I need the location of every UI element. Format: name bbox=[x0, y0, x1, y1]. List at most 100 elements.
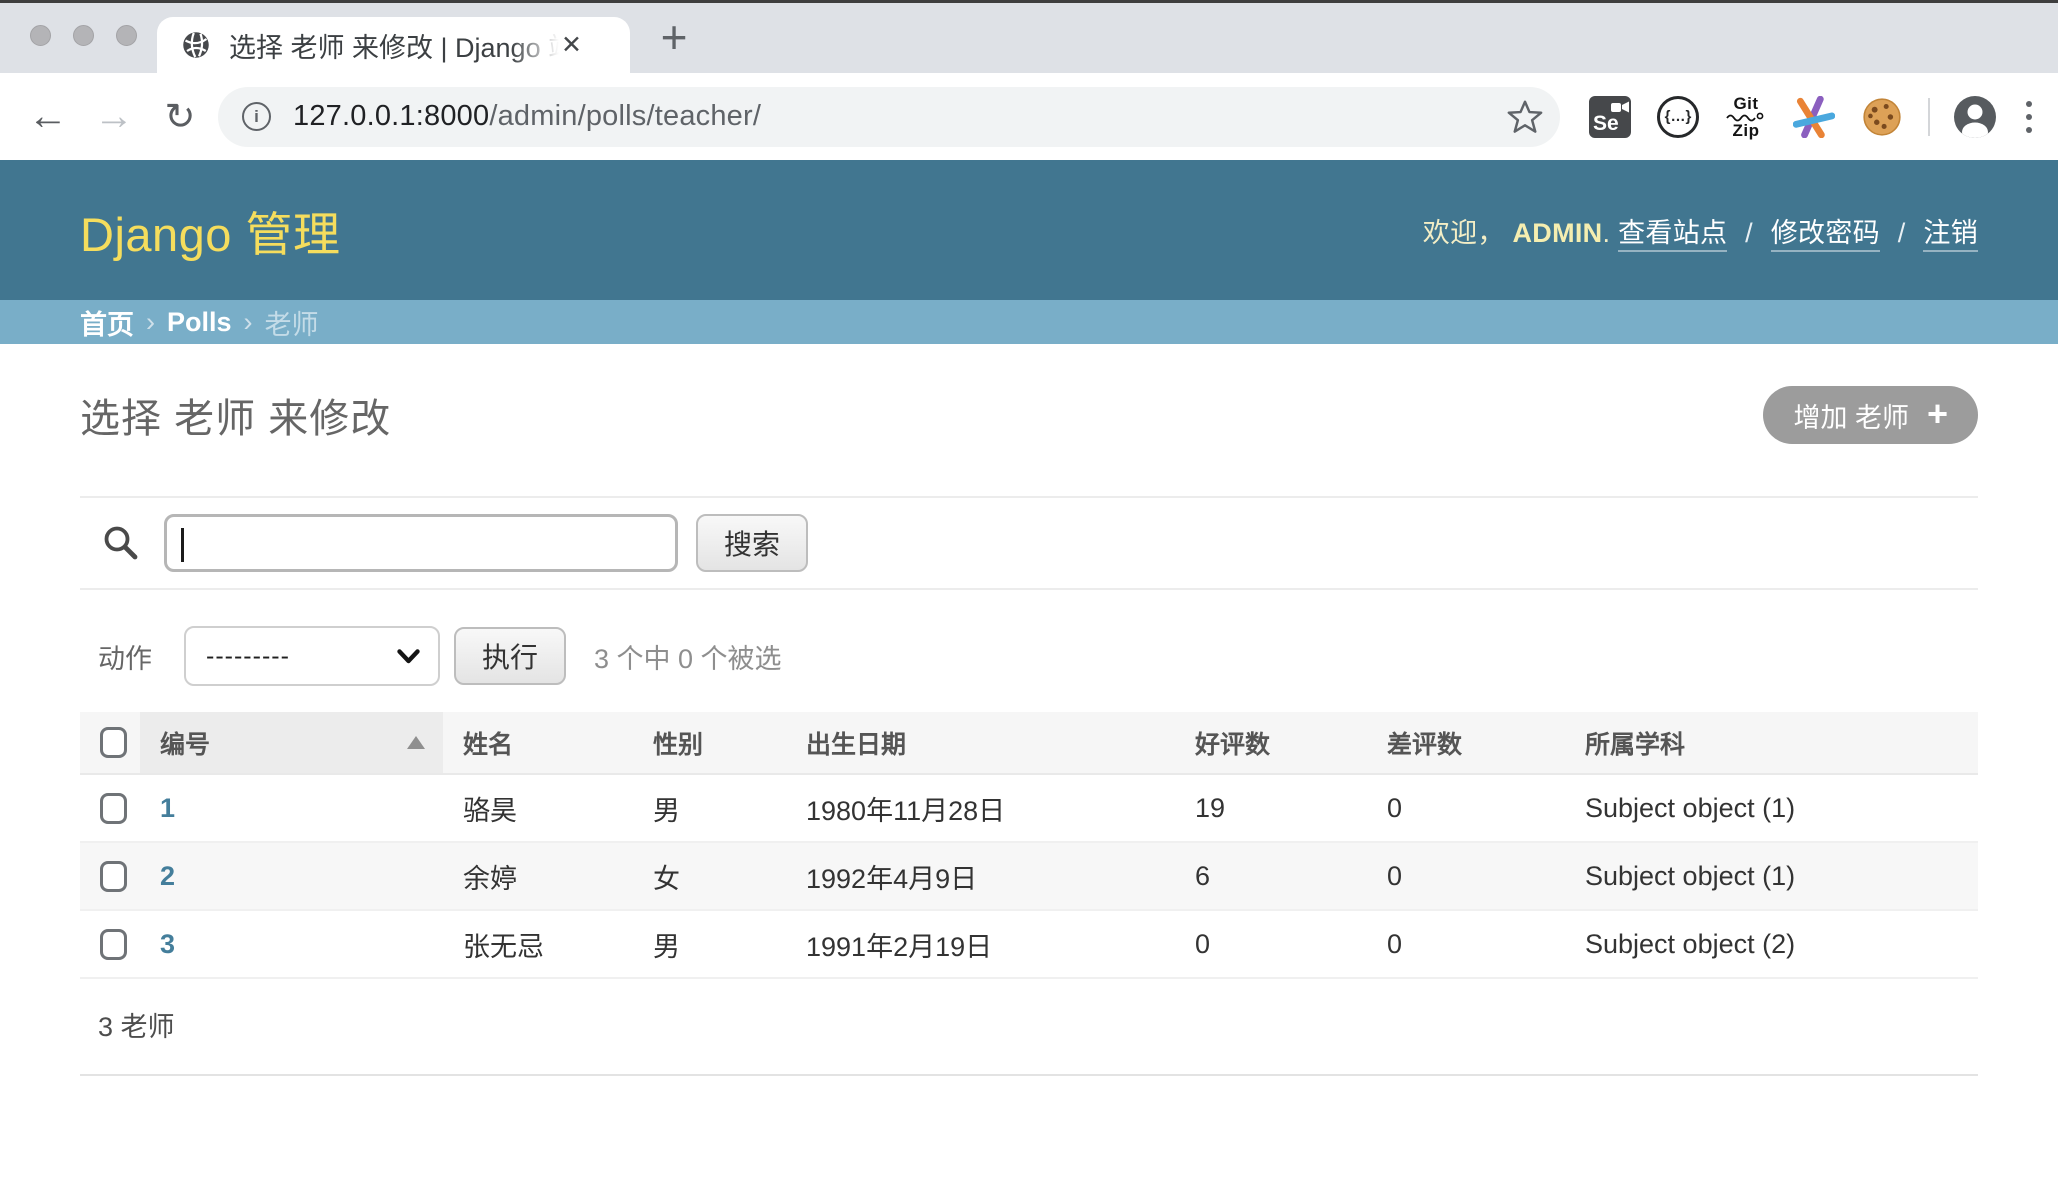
column-header-bad[interactable]: 差评数 bbox=[1367, 712, 1565, 774]
changelist-table: 编号 姓名 性别 出生日期 好评数 差评数 所属学科 1 骆昊 男 1980年1… bbox=[80, 712, 1978, 979]
row-checkbox[interactable] bbox=[100, 793, 127, 824]
user-tools: 欢迎， ADMIN. 查看站点 / 修改密码 / 注销 bbox=[1423, 211, 1978, 250]
result-count: 3 老师 bbox=[80, 979, 1978, 1044]
asterisk-extension-icon[interactable] bbox=[1792, 95, 1836, 139]
cell-bad: 0 bbox=[1367, 774, 1565, 842]
module-bottom-border bbox=[80, 1074, 1978, 1076]
main-content: 选择 老师 来修改 增加 老师 + 搜索 动作 --------- 执行 3 个… bbox=[0, 344, 2058, 1076]
cell-bad: 0 bbox=[1367, 842, 1565, 910]
selenium-extension-icon[interactable]: Se bbox=[1588, 95, 1632, 139]
cell-bad: 0 bbox=[1367, 910, 1565, 978]
username: ADMIN bbox=[1512, 218, 1602, 248]
url-text: 127.0.0.1:8000/admin/polls/teacher/ bbox=[293, 100, 761, 133]
breadcrumb-app-link[interactable]: Polls bbox=[167, 307, 232, 338]
cell-name: 张无忌 bbox=[443, 910, 633, 978]
plus-icon: + bbox=[1927, 396, 1948, 432]
column-header-subject: 所属学科 bbox=[1565, 712, 1978, 774]
table-row: 1 骆昊 男 1980年11月28日 19 0 Subject object (… bbox=[80, 774, 1978, 842]
action-select[interactable]: --------- bbox=[184, 626, 440, 686]
execute-button[interactable]: 执行 bbox=[454, 627, 566, 685]
breadcrumb-current: 老师 bbox=[265, 303, 319, 342]
site-brand-link[interactable]: Django 管理 bbox=[80, 196, 341, 265]
cell-good: 0 bbox=[1175, 910, 1367, 978]
cell-subject: Subject object (1) bbox=[1565, 774, 1978, 842]
dot: . bbox=[1602, 218, 1610, 248]
window-zoom-button[interactable] bbox=[116, 25, 137, 46]
tab-title-fade bbox=[511, 26, 559, 65]
row-checkbox[interactable] bbox=[100, 861, 127, 892]
admin-header: Django 管理 欢迎， ADMIN. 查看站点 / 修改密码 / 注销 bbox=[0, 160, 2058, 300]
browser-tab[interactable]: 选择 老师 来修改 | Django 站点管 ✕ bbox=[157, 17, 630, 73]
view-site-link[interactable]: 查看站点 bbox=[1618, 218, 1727, 252]
search-button[interactable]: 搜索 bbox=[696, 514, 808, 572]
json-braces-extension-icon[interactable]: {…} bbox=[1656, 95, 1700, 139]
cell-gender: 男 bbox=[633, 774, 786, 842]
back-icon[interactable]: ← bbox=[26, 94, 70, 139]
tab-title: 选择 老师 来修改 | Django 站点管 bbox=[229, 26, 559, 65]
logout-link[interactable]: 注销 bbox=[1923, 218, 1978, 252]
breadcrumb: 首页 › Polls › 老师 bbox=[0, 300, 2058, 344]
breadcrumb-separator: › bbox=[146, 307, 155, 338]
cell-subject: Subject object (2) bbox=[1565, 910, 1978, 978]
column-header-birth[interactable]: 出生日期 bbox=[786, 712, 1175, 774]
cell-gender: 女 bbox=[633, 842, 786, 910]
add-teacher-button[interactable]: 增加 老师 + bbox=[1763, 386, 1978, 444]
globe-favicon-icon bbox=[181, 30, 211, 60]
reload-icon[interactable]: ↻ bbox=[158, 95, 202, 138]
row-id-link[interactable]: 1 bbox=[160, 793, 175, 823]
toolbar-divider bbox=[1928, 98, 1930, 136]
column-header-id[interactable]: 编号 bbox=[140, 712, 443, 774]
table-row: 2 余婷 女 1992年4月9日 6 0 Subject object (1) bbox=[80, 842, 1978, 910]
cell-name: 余婷 bbox=[443, 842, 633, 910]
select-all-checkbox[interactable] bbox=[100, 727, 127, 758]
sort-ascending-icon[interactable] bbox=[407, 736, 425, 749]
gitzip-extension-icon[interactable]: Git Zip bbox=[1724, 95, 1768, 139]
address-bar[interactable]: i 127.0.0.1:8000/admin/polls/teacher/ bbox=[218, 87, 1560, 147]
row-id-link[interactable]: 3 bbox=[160, 929, 175, 959]
search-input[interactable] bbox=[164, 514, 678, 572]
cell-birth: 1992年4月9日 bbox=[786, 842, 1175, 910]
cell-good: 6 bbox=[1175, 842, 1367, 910]
new-tab-icon[interactable]: + bbox=[648, 11, 700, 63]
chevron-down-icon bbox=[397, 649, 420, 664]
table-row: 3 张无忌 男 1991年2月19日 0 0 Subject object (2… bbox=[80, 910, 1978, 978]
cell-subject: Subject object (1) bbox=[1565, 842, 1978, 910]
browser-menu-icon[interactable] bbox=[2026, 101, 2032, 133]
profile-avatar[interactable] bbox=[1954, 96, 1996, 138]
cell-birth: 1991年2月19日 bbox=[786, 910, 1175, 978]
tab-strip: 选择 老师 来修改 | Django 站点管 ✕ + bbox=[0, 3, 2058, 73]
column-header-gender: 性别 bbox=[633, 712, 786, 774]
text-caret bbox=[181, 528, 184, 562]
action-select-value: --------- bbox=[206, 642, 290, 671]
cell-birth: 1980年11月28日 bbox=[786, 774, 1175, 842]
bookmark-star-icon[interactable] bbox=[1506, 98, 1544, 136]
change-password-link[interactable]: 修改密码 bbox=[1771, 218, 1880, 252]
cell-name: 骆昊 bbox=[443, 774, 633, 842]
browser-window: 选择 老师 来修改 | Django 站点管 ✕ + ← → ↻ i 127.0… bbox=[0, 0, 2058, 160]
browser-toolbar: ← → ↻ i 127.0.0.1:8000/admin/polls/teach… bbox=[0, 73, 2058, 160]
cookie-extension-icon[interactable] bbox=[1860, 95, 1904, 139]
window-minimize-button[interactable] bbox=[73, 25, 94, 46]
extensions-bar: Se {…} Git Zip bbox=[1588, 95, 2050, 139]
window-controls bbox=[30, 25, 137, 46]
separator: / bbox=[1898, 218, 1906, 248]
forward-icon[interactable]: → bbox=[92, 94, 136, 139]
page-title: 选择 老师 来修改 bbox=[80, 386, 391, 444]
table-header-row: 编号 姓名 性别 出生日期 好评数 差评数 所属学科 bbox=[80, 712, 1978, 774]
actions-bar: 动作 --------- 执行 3 个中 0 个被选 bbox=[80, 626, 1978, 686]
info-icon[interactable]: i bbox=[242, 102, 271, 131]
actions-label: 动作 bbox=[98, 637, 152, 676]
tab-close-icon[interactable]: ✕ bbox=[561, 30, 582, 60]
cell-gender: 男 bbox=[633, 910, 786, 978]
row-id-link[interactable]: 2 bbox=[160, 861, 175, 891]
welcome-text: 欢迎， bbox=[1423, 218, 1505, 248]
selection-counter: 3 个中 0 个被选 bbox=[594, 637, 782, 676]
column-header-name[interactable]: 姓名 bbox=[443, 712, 633, 774]
cell-good: 19 bbox=[1175, 774, 1367, 842]
search-icon bbox=[102, 524, 140, 562]
breadcrumb-home-link[interactable]: 首页 bbox=[80, 303, 134, 342]
window-close-button[interactable] bbox=[30, 25, 51, 46]
column-header-good[interactable]: 好评数 bbox=[1175, 712, 1367, 774]
row-checkbox[interactable] bbox=[100, 929, 127, 960]
separator: / bbox=[1745, 218, 1753, 248]
